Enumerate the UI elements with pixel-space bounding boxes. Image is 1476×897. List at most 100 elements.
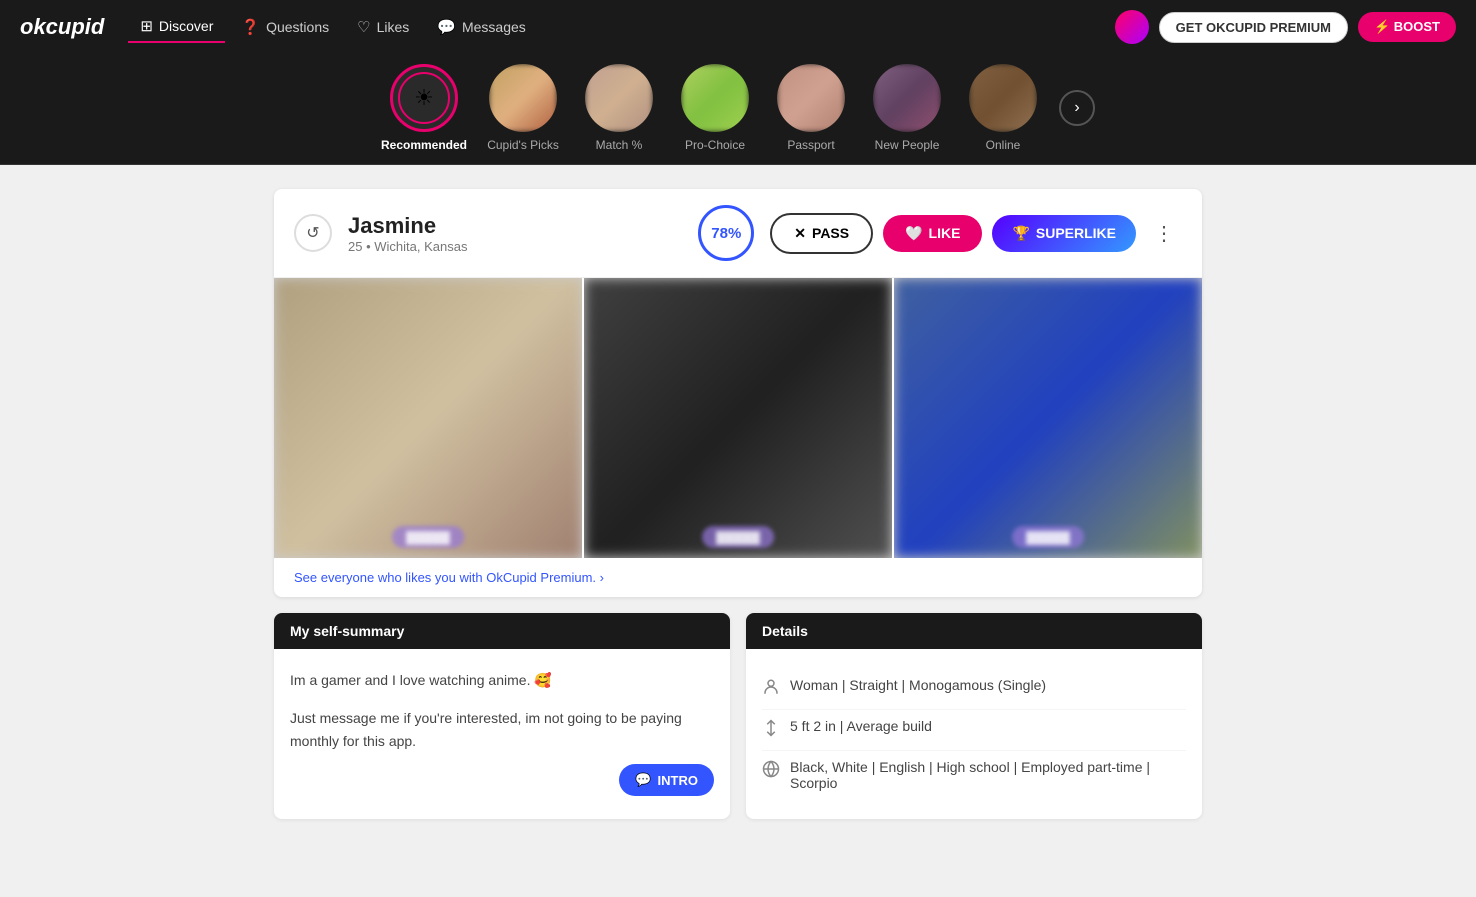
details-card: Details Woman | Straight | Monogamous (S…: [746, 613, 1202, 819]
self-summary-text-2: Just message me if you're interested, im…: [290, 707, 714, 752]
main-content: ↺ Jasmine 25 • Wichita, Kansas 78% ✕ PAS…: [258, 189, 1218, 819]
boost-button[interactable]: ⚡ BOOST: [1358, 12, 1456, 42]
nav-likes-label: Likes: [377, 19, 410, 35]
category-match-img: [585, 64, 653, 132]
discover-icon: ⊞: [140, 17, 153, 35]
superlike-button[interactable]: 🏆 SUPERLIKE: [992, 215, 1136, 252]
detail-icon-person: [762, 678, 780, 701]
detail-text-2: Black, White | English | High school | E…: [790, 759, 1186, 791]
premium-link[interactable]: See everyone who likes you with OkCupid …: [274, 558, 1202, 597]
nav-questions[interactable]: ❓ Questions: [229, 12, 341, 42]
more-options-button[interactable]: ⋮: [1146, 217, 1182, 250]
category-match-label: Match %: [596, 138, 643, 152]
nav-messages[interactable]: 💬 Messages: [425, 12, 538, 42]
recommended-inner: ☀: [398, 72, 450, 124]
photo-2[interactable]: ▓▓▓▓▓: [584, 278, 892, 558]
nav-right: GET OKCUPID PREMIUM ⚡ BOOST: [1115, 10, 1456, 44]
premium-link-text[interactable]: See everyone who likes you with OkCupid …: [294, 570, 604, 585]
category-cupids-picks-img: [489, 64, 557, 132]
category-cupids-picks[interactable]: Cupid's Picks: [483, 64, 563, 152]
photo-1[interactable]: ▓▓▓▓▓: [274, 278, 582, 558]
self-summary-text-1: Im a gamer and I love watching anime. 🥰: [290, 669, 714, 691]
intro-label: INTRO: [658, 773, 698, 788]
intro-button[interactable]: 💬 INTRO: [619, 764, 714, 796]
user-avatar[interactable]: [1115, 10, 1149, 44]
like-button[interactable]: 🤍 LIKE: [883, 215, 982, 252]
category-pro-choice-label: Pro-Choice: [685, 138, 745, 152]
category-next-button[interactable]: ›: [1059, 90, 1095, 126]
profile-name-section: Jasmine 25 • Wichita, Kansas: [348, 213, 682, 254]
category-recommended-label: Recommended: [381, 138, 467, 152]
like-label: LIKE: [929, 225, 961, 241]
superlike-label: SUPERLIKE: [1036, 225, 1116, 241]
photo-3-badge: ▓▓▓▓▓: [1012, 526, 1084, 548]
action-buttons: ✕ PASS 🤍 LIKE 🏆 SUPERLIKE ⋮: [770, 213, 1182, 254]
detail-icon-height: [762, 719, 780, 742]
detail-text-0: Woman | Straight | Monogamous (Single): [790, 677, 1046, 693]
messages-icon: 💬: [437, 18, 456, 36]
category-recommended[interactable]: ☀ Recommended: [381, 64, 467, 152]
like-heart-icon: 🤍: [905, 225, 922, 242]
photos-row: ▓▓▓▓▓ ▓▓▓▓▓ ▓▓▓▓▓: [274, 278, 1202, 558]
category-new-people-img: [873, 64, 941, 132]
detail-text-1: 5 ft 2 in | Average build: [790, 718, 932, 734]
detail-item-0: Woman | Straight | Monogamous (Single): [762, 669, 1186, 710]
self-summary-body: Im a gamer and I love watching anime. 🥰 …: [274, 649, 730, 812]
category-bar: ☀ Recommended Cupid's Picks Match % Pro-…: [0, 54, 1476, 165]
nav-likes[interactable]: ♡ Likes: [345, 12, 421, 42]
profile-age: 25: [348, 239, 362, 254]
pass-x-icon: ✕: [794, 225, 806, 242]
profile-card: ↺ Jasmine 25 • Wichita, Kansas 78% ✕ PAS…: [274, 189, 1202, 597]
details-list: Woman | Straight | Monogamous (Single) 5…: [762, 669, 1186, 799]
profile-name: Jasmine: [348, 213, 682, 239]
photo-3[interactable]: ▓▓▓▓▓: [894, 278, 1202, 558]
detail-item-1: 5 ft 2 in | Average build: [762, 710, 1186, 751]
category-passport-label: Passport: [787, 138, 834, 152]
category-items: ☀ Recommended Cupid's Picks Match % Pro-…: [381, 64, 1043, 152]
photo-1-img: [274, 278, 582, 558]
category-online-img: [969, 64, 1037, 132]
nav-questions-label: Questions: [266, 19, 329, 35]
profile-header: ↺ Jasmine 25 • Wichita, Kansas 78% ✕ PAS…: [274, 189, 1202, 278]
category-online-label: Online: [986, 138, 1021, 152]
category-new-people[interactable]: New People: [867, 64, 947, 152]
category-passport-img: [777, 64, 845, 132]
profile-age-location: 25 • Wichita, Kansas: [348, 239, 682, 254]
photo-2-img: [584, 278, 892, 558]
navbar: okcupid ⊞ Discover ❓ Questions ♡ Likes 💬…: [0, 0, 1476, 54]
undo-button[interactable]: ↺: [294, 214, 332, 252]
photo-3-img: [894, 278, 1202, 558]
nav-discover[interactable]: ⊞ Discover: [128, 11, 225, 43]
category-pro-choice-img: [681, 64, 749, 132]
category-cupids-picks-label: Cupid's Picks: [487, 138, 559, 152]
category-recommended-img: ☀: [390, 64, 458, 132]
category-online[interactable]: Online: [963, 64, 1043, 152]
profile-sections: My self-summary Im a gamer and I love wa…: [274, 613, 1202, 819]
premium-button[interactable]: GET OKCUPID PREMIUM: [1159, 12, 1348, 43]
recommended-icon: ☀: [414, 85, 434, 111]
detail-item-2: Black, White | English | High school | E…: [762, 751, 1186, 799]
pass-button[interactable]: ✕ PASS: [770, 213, 873, 254]
nav-items: ⊞ Discover ❓ Questions ♡ Likes 💬 Message…: [128, 11, 1106, 43]
intro-icon: 💬: [635, 772, 651, 788]
match-percentage: 78%: [698, 205, 754, 261]
photo-1-badge: ▓▓▓▓▓: [392, 526, 464, 548]
superlike-icon: 🏆: [1012, 225, 1029, 242]
category-pro-choice[interactable]: Pro-Choice: [675, 64, 755, 152]
self-summary-card: My self-summary Im a gamer and I love wa…: [274, 613, 730, 819]
photo-2-badge: ▓▓▓▓▓: [702, 526, 774, 548]
profile-location: Wichita, Kansas: [374, 239, 467, 254]
likes-icon: ♡: [357, 18, 370, 36]
questions-icon: ❓: [241, 18, 260, 36]
details-body: Woman | Straight | Monogamous (Single) 5…: [746, 649, 1202, 819]
self-summary-header: My self-summary: [274, 613, 730, 649]
category-match[interactable]: Match %: [579, 64, 659, 152]
category-passport[interactable]: Passport: [771, 64, 851, 152]
pass-label: PASS: [812, 225, 849, 241]
detail-icon-globe: [762, 760, 780, 783]
details-header: Details: [746, 613, 1202, 649]
app-logo[interactable]: okcupid: [20, 14, 104, 40]
nav-messages-label: Messages: [462, 19, 526, 35]
category-new-people-label: New People: [875, 138, 940, 152]
nav-discover-label: Discover: [159, 18, 213, 34]
